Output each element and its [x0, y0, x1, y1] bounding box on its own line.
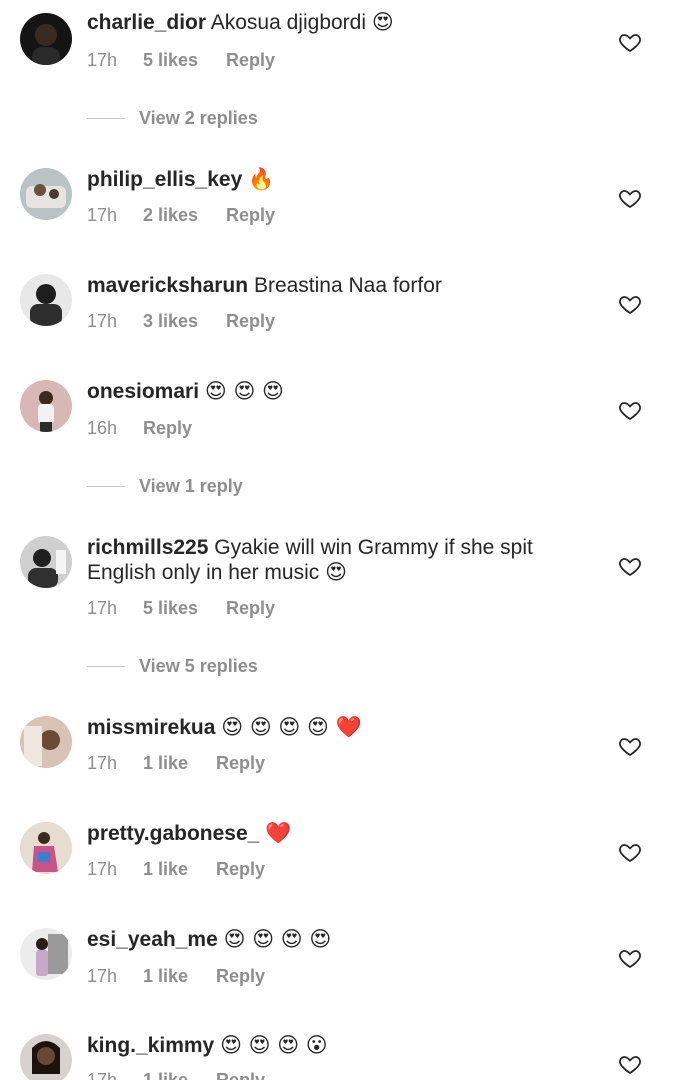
avatar[interactable]: [20, 380, 72, 432]
comment-body: king._kimmy 😍 😍 😍 😮: [87, 1033, 587, 1058]
comment-likes[interactable]: 1 like: [143, 966, 188, 987]
comment-emoji: 😍 😍 😍 😍 ❤️: [221, 715, 362, 739]
comment-emoji: 😍 😍 😍 😍: [223, 927, 332, 951]
avatar[interactable]: [20, 716, 72, 768]
view-replies-button[interactable]: View 5 replies: [87, 656, 258, 677]
comment-body: onesiomari 😍 😍 😍: [87, 379, 587, 404]
avatar[interactable]: [20, 822, 72, 874]
comment-meta: 17h 1 like Reply: [87, 1070, 265, 1080]
comment-likes[interactable]: 5 likes: [143, 598, 198, 619]
comment-username[interactable]: missmirekua: [87, 716, 215, 739]
heart-icon[interactable]: [618, 398, 642, 422]
replies-divider: [87, 486, 125, 487]
replies-divider: [87, 118, 125, 119]
comment-time: 17h: [87, 1070, 118, 1080]
heart-icon[interactable]: [618, 186, 642, 210]
comment-meta: 17h 1 like Reply: [87, 753, 265, 774]
comment-likes[interactable]: 5 likes: [143, 50, 198, 71]
view-replies-button[interactable]: View 2 replies: [87, 108, 258, 129]
comment-username[interactable]: onesiomari: [87, 380, 199, 403]
comment-time: 17h: [87, 311, 118, 331]
heart-icon[interactable]: [618, 292, 642, 316]
avatar[interactable]: [20, 13, 72, 65]
comment-time: 17h: [87, 753, 118, 773]
comment-username[interactable]: king._kimmy: [87, 1034, 214, 1057]
comment-time: 17h: [87, 205, 118, 225]
comment-meta: 17h 1 like Reply: [87, 966, 265, 987]
comment-emoji: 😍: [371, 10, 394, 34]
comment-time: 17h: [87, 50, 118, 70]
comment-body: charlie_dior Akosua djigbordi 😍: [87, 10, 587, 35]
comment-meta: 17h 5 likes Reply: [87, 598, 275, 619]
comment-likes[interactable]: 1 like: [143, 753, 188, 774]
comment-body: esi_yeah_me 😍 😍 😍 😍: [87, 927, 587, 952]
comment-username[interactable]: esi_yeah_me: [87, 928, 218, 951]
reply-button[interactable]: Reply: [216, 859, 265, 880]
replies-divider: [87, 666, 125, 667]
comment-body: pretty.gabonese_ ❤️: [87, 821, 587, 846]
comment-time: 17h: [87, 859, 118, 879]
view-replies-label: View 2 replies: [139, 108, 258, 128]
avatar[interactable]: [20, 1034, 72, 1080]
heart-icon[interactable]: [618, 946, 642, 970]
comment-body: missmirekua 😍 😍 😍 😍 ❤️: [87, 715, 587, 740]
comment-likes[interactable]: 2 likes: [143, 205, 198, 226]
comment-likes[interactable]: 1 like: [143, 859, 188, 880]
comment-time: 17h: [87, 966, 118, 986]
comment-time: 16h: [87, 418, 118, 438]
comment-body: richmills225 Gyakie will win Grammy if s…: [87, 535, 587, 585]
comment-text: Breastina Naa forfor: [253, 274, 442, 297]
reply-button[interactable]: Reply: [226, 50, 275, 71]
comment-username[interactable]: charlie_dior: [87, 11, 206, 34]
reply-button[interactable]: Reply: [216, 1070, 265, 1080]
reply-button[interactable]: Reply: [226, 311, 275, 332]
avatar[interactable]: [20, 928, 72, 980]
comment-body: philip_ellis_key 🔥: [87, 167, 587, 192]
comment-username[interactable]: mavericksharun: [87, 274, 248, 297]
reply-button[interactable]: Reply: [216, 753, 265, 774]
reply-button[interactable]: Reply: [226, 205, 275, 226]
comment-meta: 17h 2 likes Reply: [87, 205, 275, 226]
comment-username[interactable]: pretty.gabonese_: [87, 822, 259, 845]
comments-list: charlie_dior Akosua djigbordi 😍 17h 5 li…: [0, 0, 676, 1080]
comment-body: mavericksharun Breastina Naa forfor: [87, 273, 587, 298]
comment-time: 17h: [87, 598, 118, 618]
heart-icon[interactable]: [618, 554, 642, 578]
avatar[interactable]: [20, 536, 72, 588]
view-replies-label: View 5 replies: [139, 656, 258, 676]
comment-username[interactable]: philip_ellis_key: [87, 168, 242, 191]
comment-meta: 16h Reply: [87, 418, 192, 439]
comment-emoji: 😍: [325, 560, 348, 584]
comment-emoji: ❤️: [265, 821, 292, 845]
heart-icon[interactable]: [618, 840, 642, 864]
comment-likes[interactable]: 1 like: [143, 1070, 188, 1080]
reply-button[interactable]: Reply: [226, 598, 275, 619]
comment-meta: 17h 5 likes Reply: [87, 50, 275, 71]
avatar[interactable]: [20, 274, 72, 326]
avatar[interactable]: [20, 168, 72, 220]
heart-icon[interactable]: [618, 1052, 642, 1076]
reply-button[interactable]: Reply: [216, 966, 265, 987]
comment-meta: 17h 1 like Reply: [87, 859, 265, 880]
reply-button[interactable]: Reply: [143, 418, 192, 439]
comment-emoji: 🔥: [248, 167, 275, 191]
heart-icon[interactable]: [618, 30, 642, 54]
comment-text: Akosua djigbordi: [210, 11, 367, 34]
comment-emoji: 😍 😍 😍 😮: [220, 1033, 328, 1057]
comment-likes[interactable]: 3 likes: [143, 311, 198, 332]
view-replies-label: View 1 reply: [139, 476, 243, 496]
comment-username[interactable]: richmills225: [87, 536, 208, 559]
comment-meta: 17h 3 likes Reply: [87, 311, 275, 332]
comment-emoji: 😍 😍 😍: [204, 379, 284, 403]
view-replies-button[interactable]: View 1 reply: [87, 476, 243, 497]
heart-icon[interactable]: [618, 734, 642, 758]
